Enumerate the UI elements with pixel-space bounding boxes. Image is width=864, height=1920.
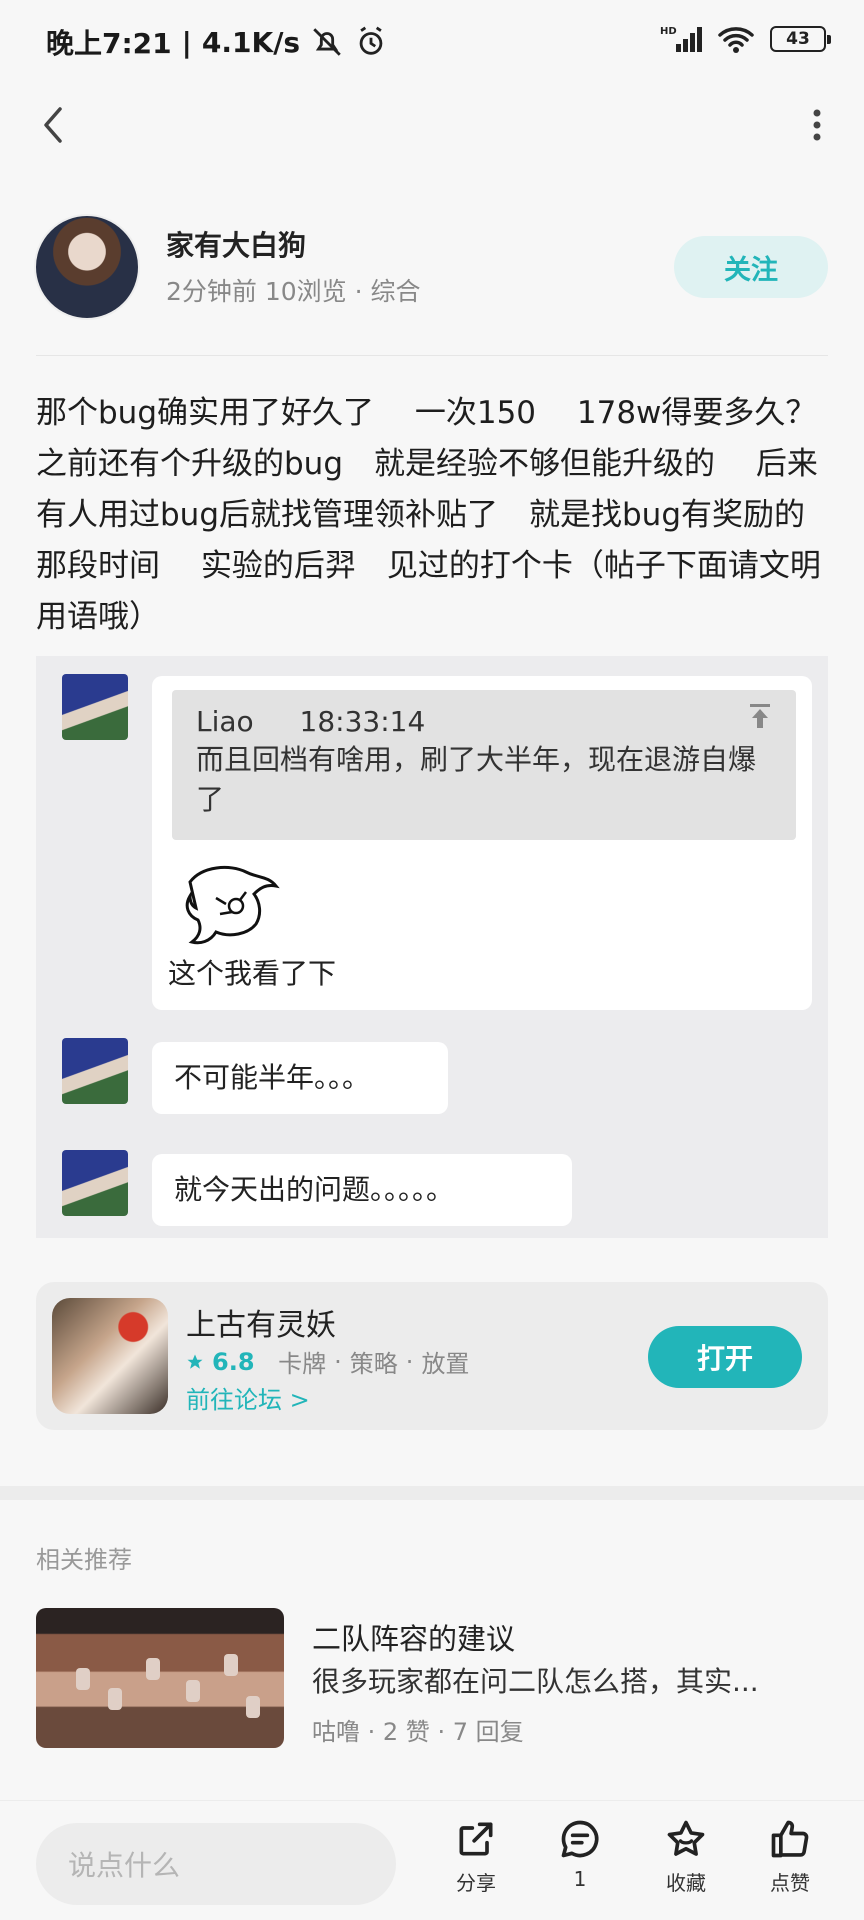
section-separator <box>0 1486 864 1500</box>
related-item[interactable]: 二队阵容的建议 很多玩家都在问二队怎么搭，其实... 咕噜 · 2 赞 · 7 … <box>36 1608 828 1748</box>
alarm-icon <box>359 26 383 55</box>
game-rating: 6.8 <box>212 1347 255 1376</box>
network-label: HD <box>660 26 677 37</box>
related-item-likes: 2 赞 <box>382 1718 430 1746</box>
back-button[interactable] <box>30 102 76 148</box>
forum-link[interactable]: 前往论坛 > <box>186 1380 310 1415</box>
chat-message: 这个我看了下 <box>168 957 337 990</box>
share-button[interactable]: 分享 <box>436 1817 516 1913</box>
chat-message: 就今天出的问题。。。。。 <box>152 1154 572 1226</box>
author-row: 家有大白狗 2分钟前 10浏览 · 综合 关注 <box>0 210 864 320</box>
share-icon <box>459 1822 493 1856</box>
signal-icon: HD <box>660 26 702 52</box>
like-label: 点赞 <box>770 1871 810 1895</box>
bottom-bar: 说点什么 分享 1 收藏 点赞 <box>0 1800 864 1920</box>
network-speed: 4.1K/s <box>201 25 301 59</box>
top-nav <box>0 90 864 160</box>
mute-bell-icon <box>313 28 341 56</box>
game-icon <box>52 1298 168 1414</box>
more-button[interactable] <box>794 102 840 148</box>
quote-header: Liao 18:33:14 <box>196 700 425 740</box>
status-right: HD 43 <box>660 24 831 54</box>
quote-text: 而且回档有啥用，刷了大半年，现在退游自爆了 <box>196 743 757 816</box>
wifi-icon <box>718 27 754 53</box>
post-category: 综合 <box>370 277 421 306</box>
author-avatar[interactable] <box>34 214 140 320</box>
related-thumbnail <box>36 1608 284 1748</box>
status-bar: 晚上7:21 | 4.1K/s HD 43 <box>0 0 864 84</box>
clock: 晚上7:21 <box>46 27 172 60</box>
author-name[interactable]: 家有大白狗 <box>166 224 306 264</box>
related-item-meta: 咕噜 · 2 赞 · 7 回复 <box>312 1718 524 1746</box>
quote-user: Liao <box>196 705 254 738</box>
status-left: 晚上7:21 | 4.1K/s <box>46 22 388 62</box>
game-card[interactable]: 上古有灵妖 6.8 卡牌 · 策略 · 放置 前往论坛 > 打开 <box>36 1282 828 1430</box>
related-item-replies: 7 回复 <box>452 1718 524 1746</box>
quote-time: 18:33:14 <box>299 705 426 738</box>
chevron-left-icon <box>44 107 62 143</box>
favorite-label: 收藏 <box>666 1871 706 1895</box>
post-image[interactable]: Liao 18:33:14 而且回档有啥用，刷了大半年，现在退游自爆了 这个我看… <box>36 656 828 1238</box>
comment-button[interactable]: 1 <box>540 1817 620 1913</box>
open-game-button[interactable]: 打开 <box>648 1326 802 1388</box>
more-vertical-icon <box>813 109 821 141</box>
follow-button[interactable]: 关注 <box>674 236 828 298</box>
game-tag: 策略 <box>349 1350 398 1378</box>
chat-avatar <box>62 1038 128 1104</box>
sticker-image <box>185 865 280 945</box>
related-item-desc: 很多玩家都在问二队怎么搭，其实... <box>312 1665 759 1698</box>
chat-message: 不可能半年。。。 <box>152 1042 448 1114</box>
post-meta: 2分钟前 10浏览 · 综合 <box>166 277 421 306</box>
game-name: 上古有灵妖 <box>186 1308 336 1343</box>
share-label: 分享 <box>456 1871 496 1895</box>
star-outline-icon <box>667 1820 705 1856</box>
favorite-button[interactable]: 收藏 <box>646 1817 726 1913</box>
quoted-message: Liao 18:33:14 而且回档有啥用，刷了大半年，现在退游自爆了 <box>172 690 796 840</box>
chat-avatar <box>62 674 128 740</box>
game-tag: 卡牌 <box>278 1350 327 1378</box>
post-views: 10浏览 <box>264 277 347 306</box>
chat-avatar <box>62 1150 128 1216</box>
comment-icon <box>561 1820 599 1858</box>
game-meta: 6.8 卡牌 · 策略 · 放置 <box>186 1344 469 1379</box>
game-tag: 放置 <box>421 1350 470 1378</box>
chat-bubble-large: Liao 18:33:14 而且回档有啥用，刷了大半年，现在退游自爆了 这个我看… <box>152 676 812 1010</box>
related-title: 相关推荐 <box>36 1546 132 1574</box>
comment-count: 1 <box>573 1867 587 1891</box>
divider <box>36 355 828 356</box>
star-icon <box>187 1354 203 1369</box>
thumbs-up-icon <box>771 1820 809 1858</box>
pin-top-icon <box>750 704 770 728</box>
post-time: 2分钟前 <box>166 277 257 306</box>
battery-indicator: 43 <box>770 26 831 52</box>
related-item-author: 咕噜 <box>312 1718 360 1746</box>
comment-input[interactable]: 说点什么 <box>36 1823 396 1905</box>
like-button[interactable]: 点赞 <box>750 1817 830 1913</box>
related-item-title: 二队阵容的建议 <box>312 1622 516 1656</box>
post-body: 那个bug确实用了好久了 一次150 178w得要多久？ 之前还有个升级的bug… <box>36 395 858 635</box>
